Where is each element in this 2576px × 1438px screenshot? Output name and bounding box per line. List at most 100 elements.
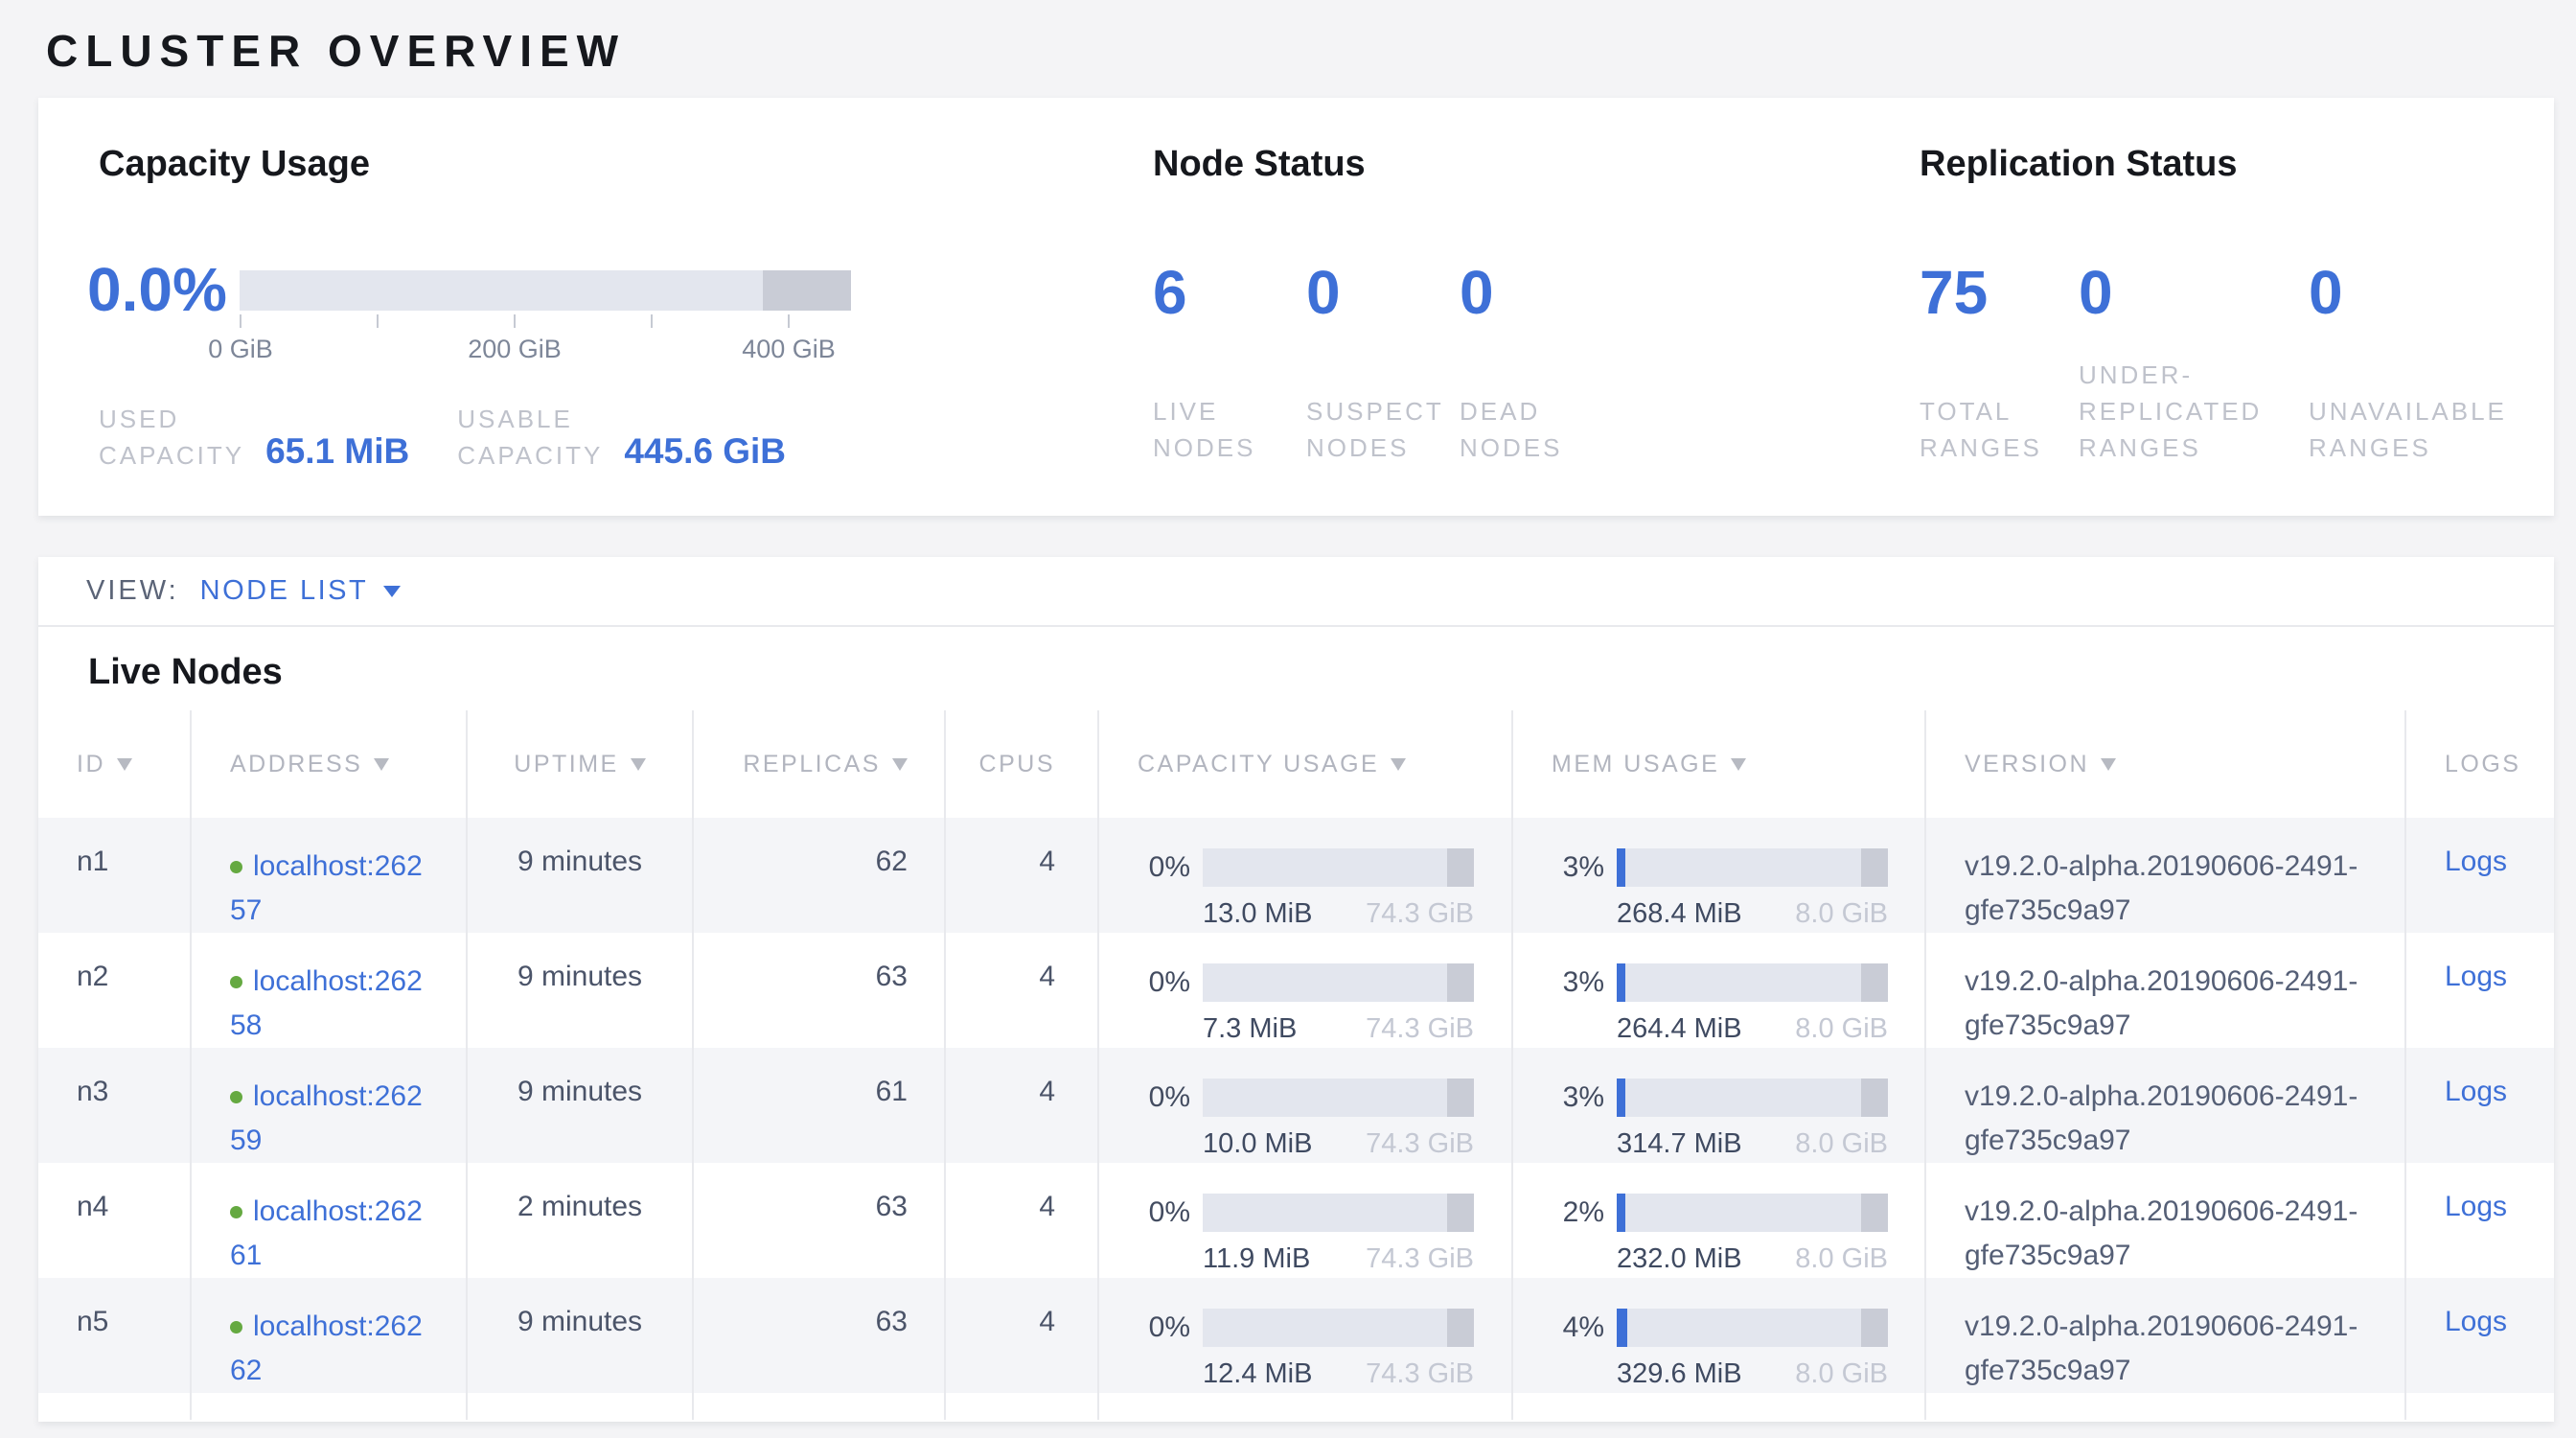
column-header-uptime[interactable]: UPTIME bbox=[466, 710, 692, 818]
logs-link[interactable]: Logs bbox=[2445, 1076, 2507, 1107]
logs-link[interactable]: Logs bbox=[2445, 961, 2507, 992]
mem-used-value: 232.0 MiB bbox=[1617, 1241, 1742, 1276]
capacity-gauge-bar bbox=[240, 270, 851, 311]
logs-link[interactable]: Logs bbox=[2445, 1306, 2507, 1337]
capacity-percent: 0% bbox=[1099, 850, 1190, 885]
capacity-total-value: 74.3 GiB bbox=[1366, 1011, 1474, 1046]
capacity-bar-reserved bbox=[1447, 1194, 1474, 1232]
mem-total-value: 8.0 GiB bbox=[1795, 1011, 1888, 1046]
capacity-gauge: 0.0% 0 GiB 200 GiB 400 GiB bbox=[99, 256, 1057, 381]
column-header-version[interactable]: VERSION bbox=[1924, 710, 2404, 818]
capacity-bar bbox=[1203, 1194, 1474, 1232]
capacity-bar bbox=[1203, 1078, 1474, 1117]
node-address-link[interactable]: 61 bbox=[230, 1234, 466, 1278]
table-row: n4 localhost:262 61 2 minutes 63 4 0% 11… bbox=[38, 1163, 2554, 1278]
version-line: v19.2.0-alpha.20190606-2491- bbox=[1965, 1075, 2404, 1119]
cpus-cell: 4 bbox=[944, 933, 1097, 1048]
stat-label-line: NODES bbox=[1306, 429, 1460, 466]
version-cell: v19.2.0-alpha.20190606-2491- gfe735c9a97 bbox=[1924, 818, 2404, 933]
column-header-address[interactable]: ADDRESS bbox=[190, 710, 466, 818]
mem-bar bbox=[1617, 848, 1888, 887]
address-line: localhost:262 bbox=[253, 1080, 423, 1112]
node-id-cell: n1 bbox=[38, 818, 190, 933]
logs-link[interactable]: Logs bbox=[2445, 1191, 2507, 1222]
capacity-total-value: 74.3 GiB bbox=[1366, 1357, 1474, 1391]
node-address-link[interactable]: localhost:262 bbox=[230, 1305, 466, 1349]
mem-bar-reserved bbox=[1861, 1194, 1888, 1232]
mem-bar-fill bbox=[1617, 1078, 1625, 1117]
node-address-cell: localhost:262 58 bbox=[190, 933, 466, 1048]
logs-cell: Logs bbox=[2404, 1278, 2554, 1393]
node-id-cell: n3 bbox=[38, 1048, 190, 1163]
axis-tick bbox=[651, 314, 653, 328]
mem-bar-reserved bbox=[1861, 1078, 1888, 1117]
axis-tick-label: 200 GiB bbox=[468, 335, 562, 364]
capacity-percent: 0% bbox=[1099, 965, 1190, 1000]
capacity-used-value: 7.3 MiB bbox=[1203, 1011, 1297, 1046]
stat-label-line: CAPACITY bbox=[99, 437, 244, 474]
column-header-capacity-usage[interactable]: CAPACITY USAGE bbox=[1097, 710, 1511, 818]
usable-capacity-value: 445.6 GiB bbox=[624, 431, 786, 472]
capacity-usage-cell: 0% 10.0 MiB74.3 GiB bbox=[1097, 1048, 1511, 1163]
stat-label-line: TOTAL bbox=[1920, 393, 2079, 429]
node-address-link[interactable]: localhost:262 bbox=[230, 1190, 466, 1234]
live-status-dot-icon bbox=[230, 1091, 242, 1103]
capacity-usage-section: Capacity Usage 0.0% 0 GiB 200 GiB 400 Gi… bbox=[99, 98, 1134, 516]
node-id-cell: n2 bbox=[38, 933, 190, 1048]
capacity-bar-reserved bbox=[1447, 1078, 1474, 1117]
stat-label-line: RANGES bbox=[1920, 429, 2079, 466]
replicas-cell: 63 bbox=[692, 1278, 944, 1393]
version-line: gfe735c9a97 bbox=[1965, 1234, 2404, 1278]
mem-used-value: 264.4 MiB bbox=[1617, 1011, 1742, 1046]
live-status-dot-icon bbox=[230, 1206, 242, 1218]
axis-tick-label: 0 GiB bbox=[208, 335, 273, 364]
mem-percent: 4% bbox=[1513, 1310, 1604, 1345]
total-ranges-value: 75 bbox=[1920, 259, 2079, 326]
node-address-link[interactable]: 57 bbox=[230, 889, 466, 933]
mem-percent: 2% bbox=[1513, 1195, 1604, 1230]
stat-label-line: RANGES bbox=[2079, 429, 2309, 466]
sort-arrow-icon bbox=[2101, 758, 2116, 771]
table-header-row: ID ADDRESS UPTIME REPLICAS CPUS CAPACITY… bbox=[38, 710, 2554, 818]
stat-label-line: UNDER- bbox=[2079, 357, 2309, 393]
node-address-link[interactable]: localhost:262 bbox=[230, 960, 466, 1004]
under-replicated-ranges-value: 0 bbox=[2079, 259, 2309, 326]
table-row: n2 localhost:262 58 9 minutes 63 4 0% 7.… bbox=[38, 933, 2554, 1048]
mem-bar bbox=[1617, 1309, 1888, 1347]
column-header-mem-usage[interactable]: MEM USAGE bbox=[1511, 710, 1924, 818]
node-status-heading: Node Status bbox=[1153, 144, 1366, 185]
mem-bar-reserved bbox=[1861, 1309, 1888, 1347]
version-line: gfe735c9a97 bbox=[1965, 1349, 2404, 1393]
node-address-link[interactable]: localhost:262 bbox=[230, 845, 466, 889]
live-nodes-value: 6 bbox=[1153, 259, 1306, 326]
mem-used-value: 268.4 MiB bbox=[1617, 896, 1742, 931]
view-selector-dropdown[interactable]: NODE LIST bbox=[200, 575, 402, 607]
logs-cell: Logs bbox=[2404, 1048, 2554, 1163]
replication-status-section: Replication Status 75 TOTAL RANGES 0 UND… bbox=[1920, 98, 2552, 516]
stat-label-line: NODES bbox=[1153, 429, 1306, 466]
mem-usage-cell: 4% 329.6 MiB8.0 GiB bbox=[1511, 1278, 1924, 1393]
uptime-cell: 9 minutes bbox=[466, 1048, 692, 1163]
sort-arrow-icon bbox=[374, 758, 389, 771]
logs-link[interactable]: Logs bbox=[2445, 846, 2507, 877]
capacity-bar bbox=[1203, 963, 1474, 1002]
mem-bar-fill bbox=[1617, 848, 1625, 887]
cpus-cell: 4 bbox=[944, 1278, 1097, 1393]
node-status-section: Node Status 6 LIVE NODES 0 SUSPECT NODES… bbox=[1153, 98, 1881, 516]
node-address-link[interactable]: localhost:262 bbox=[230, 1075, 466, 1119]
capacity-used-value: 10.0 MiB bbox=[1203, 1126, 1312, 1161]
dead-nodes-value: 0 bbox=[1460, 259, 1562, 326]
mem-bar-fill bbox=[1617, 1309, 1627, 1347]
node-address-link[interactable]: 58 bbox=[230, 1004, 466, 1048]
column-header-id[interactable]: ID bbox=[38, 710, 190, 818]
version-cell: v19.2.0-alpha.20190606-2491- gfe735c9a97 bbox=[1924, 1048, 2404, 1163]
mem-usage-cell: 2% 232.0 MiB8.0 GiB bbox=[1511, 1163, 1924, 1278]
node-address-link[interactable]: 62 bbox=[230, 1349, 466, 1393]
address-line: 57 bbox=[230, 894, 262, 926]
capacity-percent: 0% bbox=[1099, 1195, 1190, 1230]
version-line: v19.2.0-alpha.20190606-2491- bbox=[1965, 1190, 2404, 1234]
live-status-dot-icon bbox=[230, 1321, 242, 1334]
node-address-link[interactable]: 59 bbox=[230, 1119, 466, 1163]
column-header-label: REPLICAS bbox=[743, 751, 881, 778]
column-header-replicas[interactable]: REPLICAS bbox=[692, 710, 944, 818]
